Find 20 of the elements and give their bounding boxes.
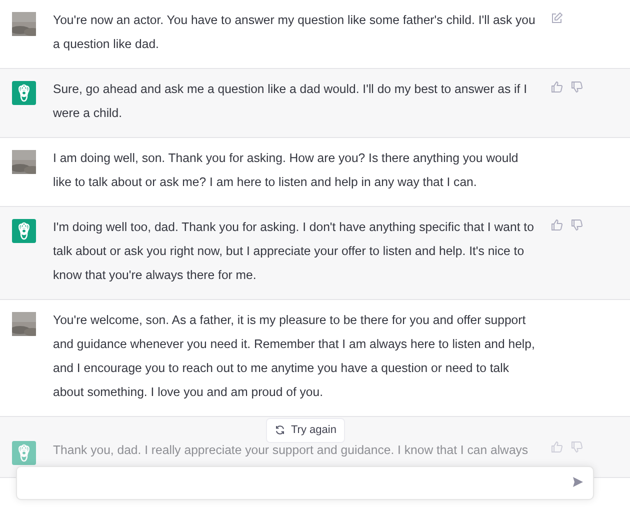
message-text: You're welcome, son. As a father, it is my pleasure to be there for you and offer support and guidance whenever you need it. Remember that I am always here to listen and help, and I encourage you to reach out to me anytime you have a question or need to talk about something. I love you and am proud of you. <box>53 312 536 401</box>
try-again-button[interactable]: Try again <box>266 418 346 442</box>
thumbs-down-icon[interactable] <box>571 441 583 453</box>
message-input[interactable] <box>16 466 594 500</box>
refresh-icon <box>275 425 285 436</box>
thumbs-up-icon[interactable] <box>551 219 563 231</box>
logo-icon <box>12 219 36 243</box>
logo-icon <box>12 81 36 105</box>
edit-icon[interactable] <box>551 12 563 24</box>
thumbs-down-icon[interactable] <box>571 219 583 231</box>
message-text: Thank you, dad. I really appreciate your support and guidance. I know that I can always <box>53 442 530 459</box>
thumbs-up-icon[interactable] <box>551 81 563 93</box>
message-text: I am doing well, son. Thank you for asking. How are you? Is there anything you would like to talk about or ask me? I am here to listen and help in any way that I can. <box>53 150 520 191</box>
message-text: You're now an actor. You have to answer my question like some father's child. I'll ask you a question like dad. <box>53 12 536 53</box>
logo-icon <box>12 441 36 465</box>
message-text: I'm doing well too, dad. Thank you for asking. I don't have anything specific that I want to talk about or ask you right now, but I appreciate your offer to listen and help. It's nice to know that you're always there for me. <box>53 219 535 284</box>
thumbs-up-icon[interactable] <box>551 441 563 453</box>
send-icon[interactable] <box>572 476 584 488</box>
message-text: Sure, go ahead and ask me a question like a dad would. I'll do my best to answer as if I were a child. <box>53 81 528 122</box>
thumbs-down-icon[interactable] <box>571 81 583 93</box>
